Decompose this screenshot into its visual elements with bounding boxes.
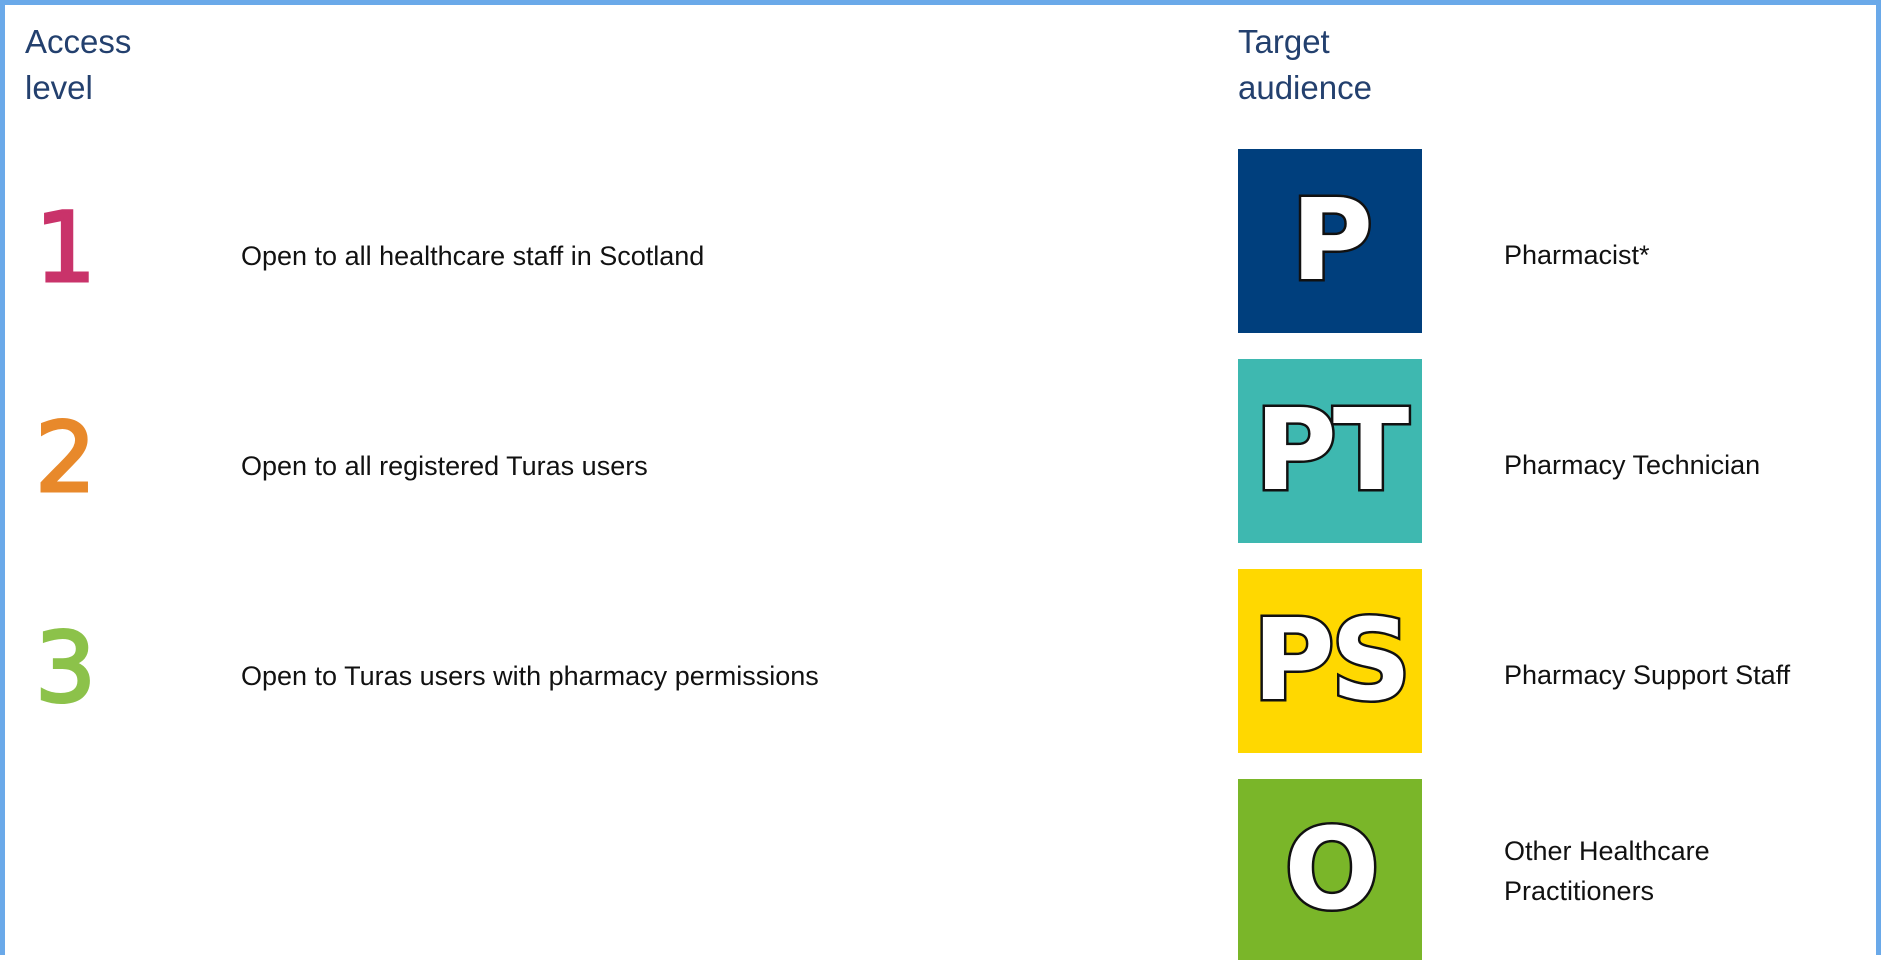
level-3-digit: 3: [33, 612, 97, 724]
pharmacy-support-staff-badge: PS: [1238, 569, 1422, 753]
other-practitioners-badge-code: O: [1282, 804, 1382, 935]
access-level-1-description: Open to all healthcare staff in Scotland: [241, 241, 705, 271]
key-panel: Access level Target audience 1 Open to a…: [0, 0, 1881, 960]
other-practitioners-badge: O: [1238, 779, 1422, 960]
pharmacy-support-staff-label: Pharmacy Support Staff: [1504, 660, 1791, 690]
pharmacist-badge-code: P: [1288, 176, 1375, 306]
access-level-2-description: Open to all registered Turas users: [241, 451, 648, 481]
pharmacy-technician-label: Pharmacy Technician: [1504, 450, 1761, 480]
level-1-digit: 1: [33, 192, 97, 304]
access-level-2-number: 2: [33, 402, 97, 514]
pharmacist-label: Pharmacist*: [1504, 240, 1650, 270]
level-2-digit: 2: [33, 402, 97, 514]
access-level-1-number: 1: [33, 192, 97, 304]
pharmacy-technician-badge-code: PT: [1252, 386, 1412, 516]
pharmacy-support-staff-badge-code: PS: [1250, 596, 1414, 726]
pharmacy-technician-badge: PT: [1238, 359, 1422, 543]
other-practitioners-label: Other Healthcare Practitioners: [1504, 836, 1710, 906]
pharmacist-badge: P: [1238, 149, 1422, 333]
target-audience-heading: Target audience: [1238, 23, 1372, 106]
access-level-3-description: Open to Turas users with pharmacy permis…: [241, 661, 819, 691]
access-level-heading: Access level: [25, 23, 132, 106]
access-level-3-number: 3: [33, 612, 97, 724]
